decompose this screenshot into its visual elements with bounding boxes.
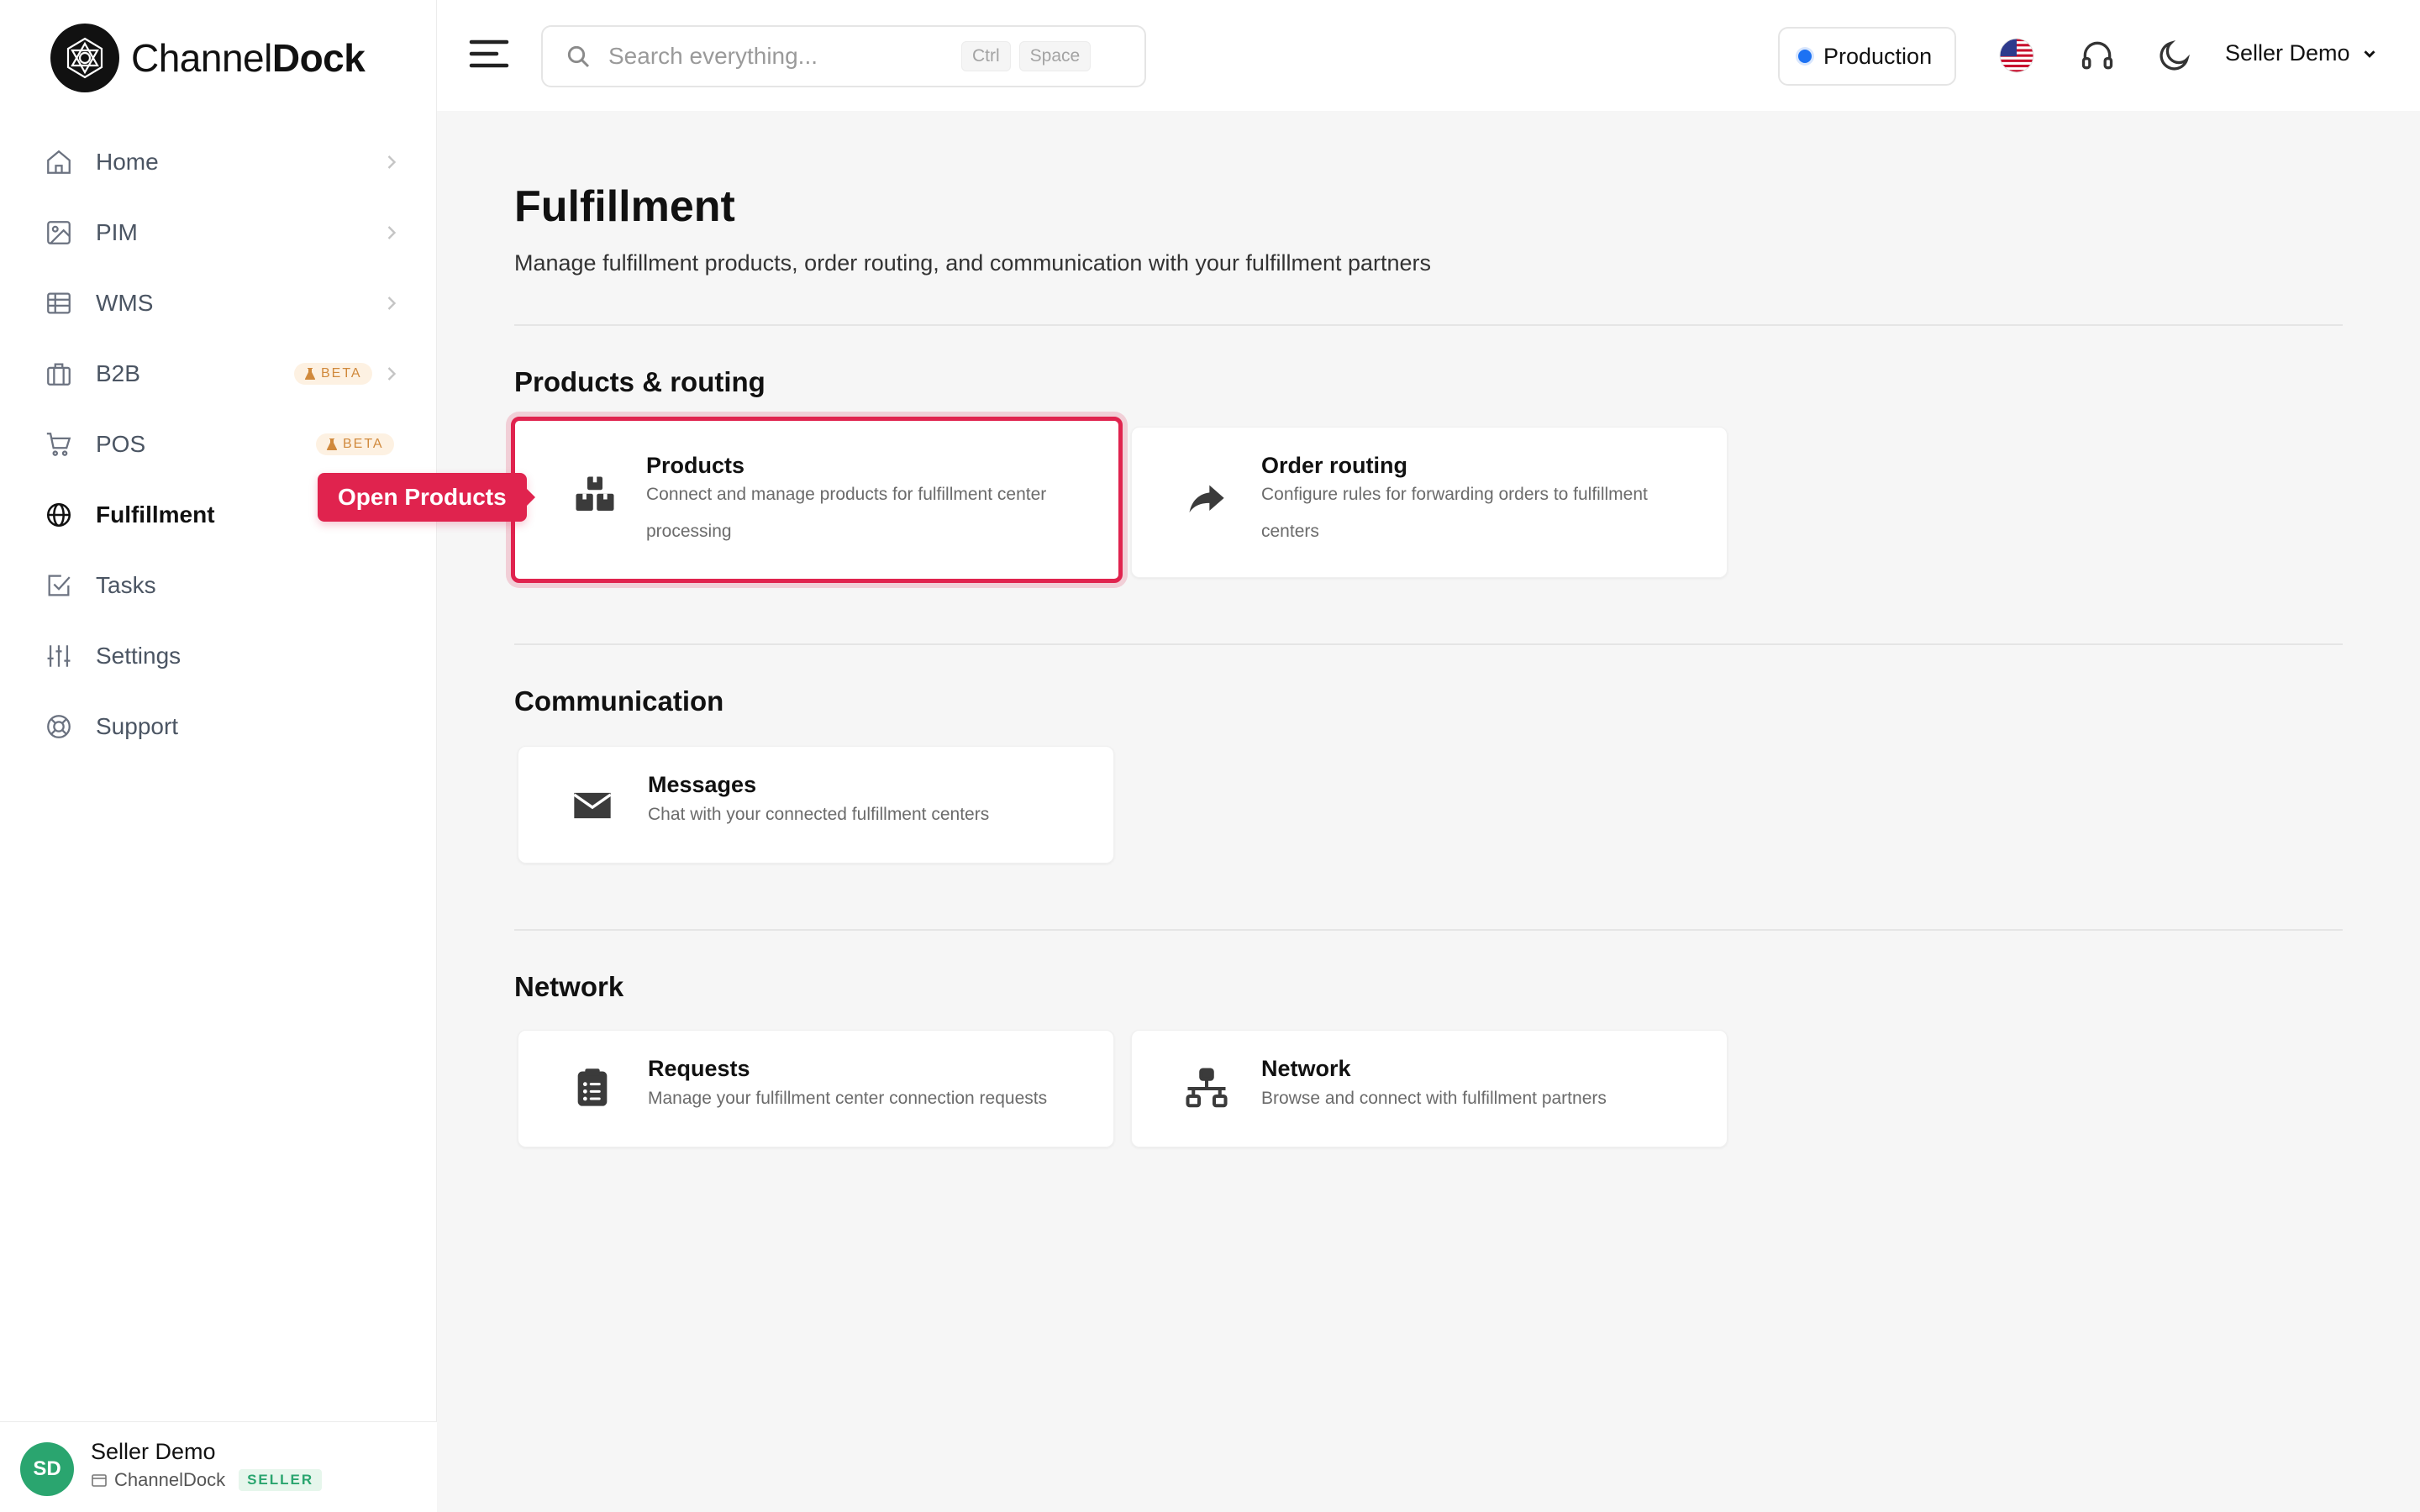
chevron-right-icon	[380, 291, 403, 315]
user-name: Seller Demo	[91, 1439, 216, 1464]
boxes-icon	[572, 473, 618, 518]
sidebar-item-home[interactable]: Home	[42, 134, 403, 190]
sidebar-item-pos[interactable]: POS BETA	[42, 417, 403, 472]
sidebar-item-label: Settings	[96, 643, 182, 669]
beta-badge-label: BETA	[343, 437, 384, 451]
image-icon	[42, 216, 76, 249]
brand-name-bold: Dock	[271, 36, 366, 80]
section-divider	[514, 324, 2343, 326]
sidebar-item-tasks[interactable]: Tasks	[42, 558, 403, 613]
card-description: Browse and connect with fulfillment part…	[1261, 1089, 1607, 1108]
section-title-products-routing: Products & routing	[514, 366, 765, 397]
clipboard-list-icon	[571, 1066, 614, 1110]
network-icon	[1184, 1066, 1229, 1111]
sidebar-item-label: Tasks	[96, 572, 156, 598]
sidebar-item-pim[interactable]: PIM	[42, 205, 403, 260]
search-box[interactable]: Ctrl Space	[541, 25, 1146, 87]
card-title: Order routing	[1261, 453, 1407, 478]
menu-toggle-icon[interactable]	[469, 37, 511, 71]
page-title: Fulfillment	[514, 182, 735, 231]
sidebar-item-label: B2B	[96, 360, 140, 386]
briefcase-icon	[42, 357, 76, 391]
card-messages[interactable]: Messages Chat with your connected fulfil…	[518, 746, 1114, 864]
user-org-name: ChannelDock	[114, 1469, 226, 1490]
brand-logo[interactable]: ChannelDock	[50, 24, 366, 92]
card-title: Messages	[648, 772, 757, 797]
sidebar: ChannelDock Home PIM WMS B2B BETA POS BE…	[0, 0, 437, 1512]
environment-selector[interactable]: Production	[1778, 27, 1956, 86]
card-requests[interactable]: Requests Manage your fulfillment center …	[518, 1030, 1114, 1147]
home-icon	[42, 145, 76, 179]
account-menu[interactable]: Seller Demo	[2225, 40, 2379, 66]
card-order-routing[interactable]: Order routing Configure rules for forwar…	[1131, 427, 1728, 578]
globe-icon	[42, 498, 76, 532]
environment-status-dot	[1798, 50, 1812, 63]
envelope-icon	[571, 784, 614, 827]
card-description: Chat with your connected fulfillment cen…	[648, 805, 990, 824]
section-divider	[514, 929, 2343, 931]
user-profile[interactable]: SD Seller Demo ChannelDock SELLER	[0, 1421, 437, 1512]
chevron-down-icon	[2364, 50, 2375, 58]
card-description: Manage your fulfillment center connectio…	[648, 1089, 1048, 1108]
cart-icon	[42, 428, 76, 461]
sidebar-item-support[interactable]: Support	[42, 699, 403, 754]
card-description: Connect and manage products for fulfillm…	[646, 485, 1047, 541]
role-badge: SELLER	[239, 1469, 323, 1491]
dark-mode-moon-icon[interactable]	[2156, 37, 2193, 74]
card-network[interactable]: Network Browse and connect with fulfillm…	[1131, 1030, 1728, 1147]
sidebar-item-label: POS	[96, 431, 146, 457]
sidebar-item-wms[interactable]: WMS	[42, 276, 403, 331]
section-title-communication: Communication	[514, 685, 724, 717]
avatar: SD	[20, 1442, 74, 1496]
store-icon	[92, 1474, 107, 1487]
environment-label: Production	[1823, 43, 1933, 69]
us-flag-icon[interactable]	[1998, 37, 2035, 74]
top-header: Ctrl Space Production	[437, 0, 2420, 111]
sliders-icon	[42, 639, 76, 673]
sidebar-item-settings[interactable]: Settings	[42, 628, 403, 684]
open-products-tooltip: Open Products	[318, 473, 535, 522]
user-org: ChannelDock SELLER	[91, 1469, 323, 1491]
sidebar-item-label: WMS	[96, 290, 154, 316]
search-icon	[565, 43, 592, 70]
account-name: Seller Demo	[2225, 40, 2350, 66]
sidebar-item-label: Support	[96, 713, 179, 739]
shortcut-key-space: Space	[1018, 41, 1092, 71]
section-title-network: Network	[514, 971, 624, 1002]
shortcut-key-ctrl: Ctrl	[961, 41, 1011, 71]
headset-support-icon[interactable]	[2079, 37, 2116, 74]
card-title: Products	[646, 453, 745, 478]
lifebuoy-icon	[42, 710, 76, 743]
section-divider	[514, 643, 2343, 645]
flask-icon	[326, 438, 338, 450]
card-title: Network	[1261, 1056, 1351, 1081]
brand-name-light: Channel	[131, 36, 272, 80]
brand-name: ChannelDock	[131, 35, 366, 81]
card-title: Requests	[648, 1056, 750, 1081]
sidebar-item-b2b[interactable]: B2B BETA	[42, 346, 403, 402]
chevron-right-icon	[380, 150, 403, 174]
chevron-right-icon	[380, 221, 403, 244]
logo-mark-icon	[50, 24, 119, 92]
sidebar-item-label: PIM	[96, 219, 138, 245]
search-input[interactable]	[608, 35, 961, 77]
beta-badge: BETA	[294, 363, 372, 385]
share-arrow-icon	[1184, 478, 1228, 522]
page-subtitle: Manage fulfillment products, order routi…	[514, 250, 1432, 276]
sidebar-item-label: Fulfillment	[96, 501, 215, 528]
card-description: Configure rules for forwarding orders to…	[1261, 485, 1648, 541]
sidebar-item-label: Home	[96, 149, 159, 175]
beta-badge-label: BETA	[321, 366, 362, 381]
beta-badge: BETA	[316, 433, 394, 455]
card-products[interactable]: Products Connect and manage products for…	[511, 417, 1123, 583]
checkbox-icon	[42, 569, 76, 602]
flask-icon	[304, 368, 316, 380]
grid-icon	[42, 286, 76, 320]
chevron-right-icon	[380, 362, 403, 386]
